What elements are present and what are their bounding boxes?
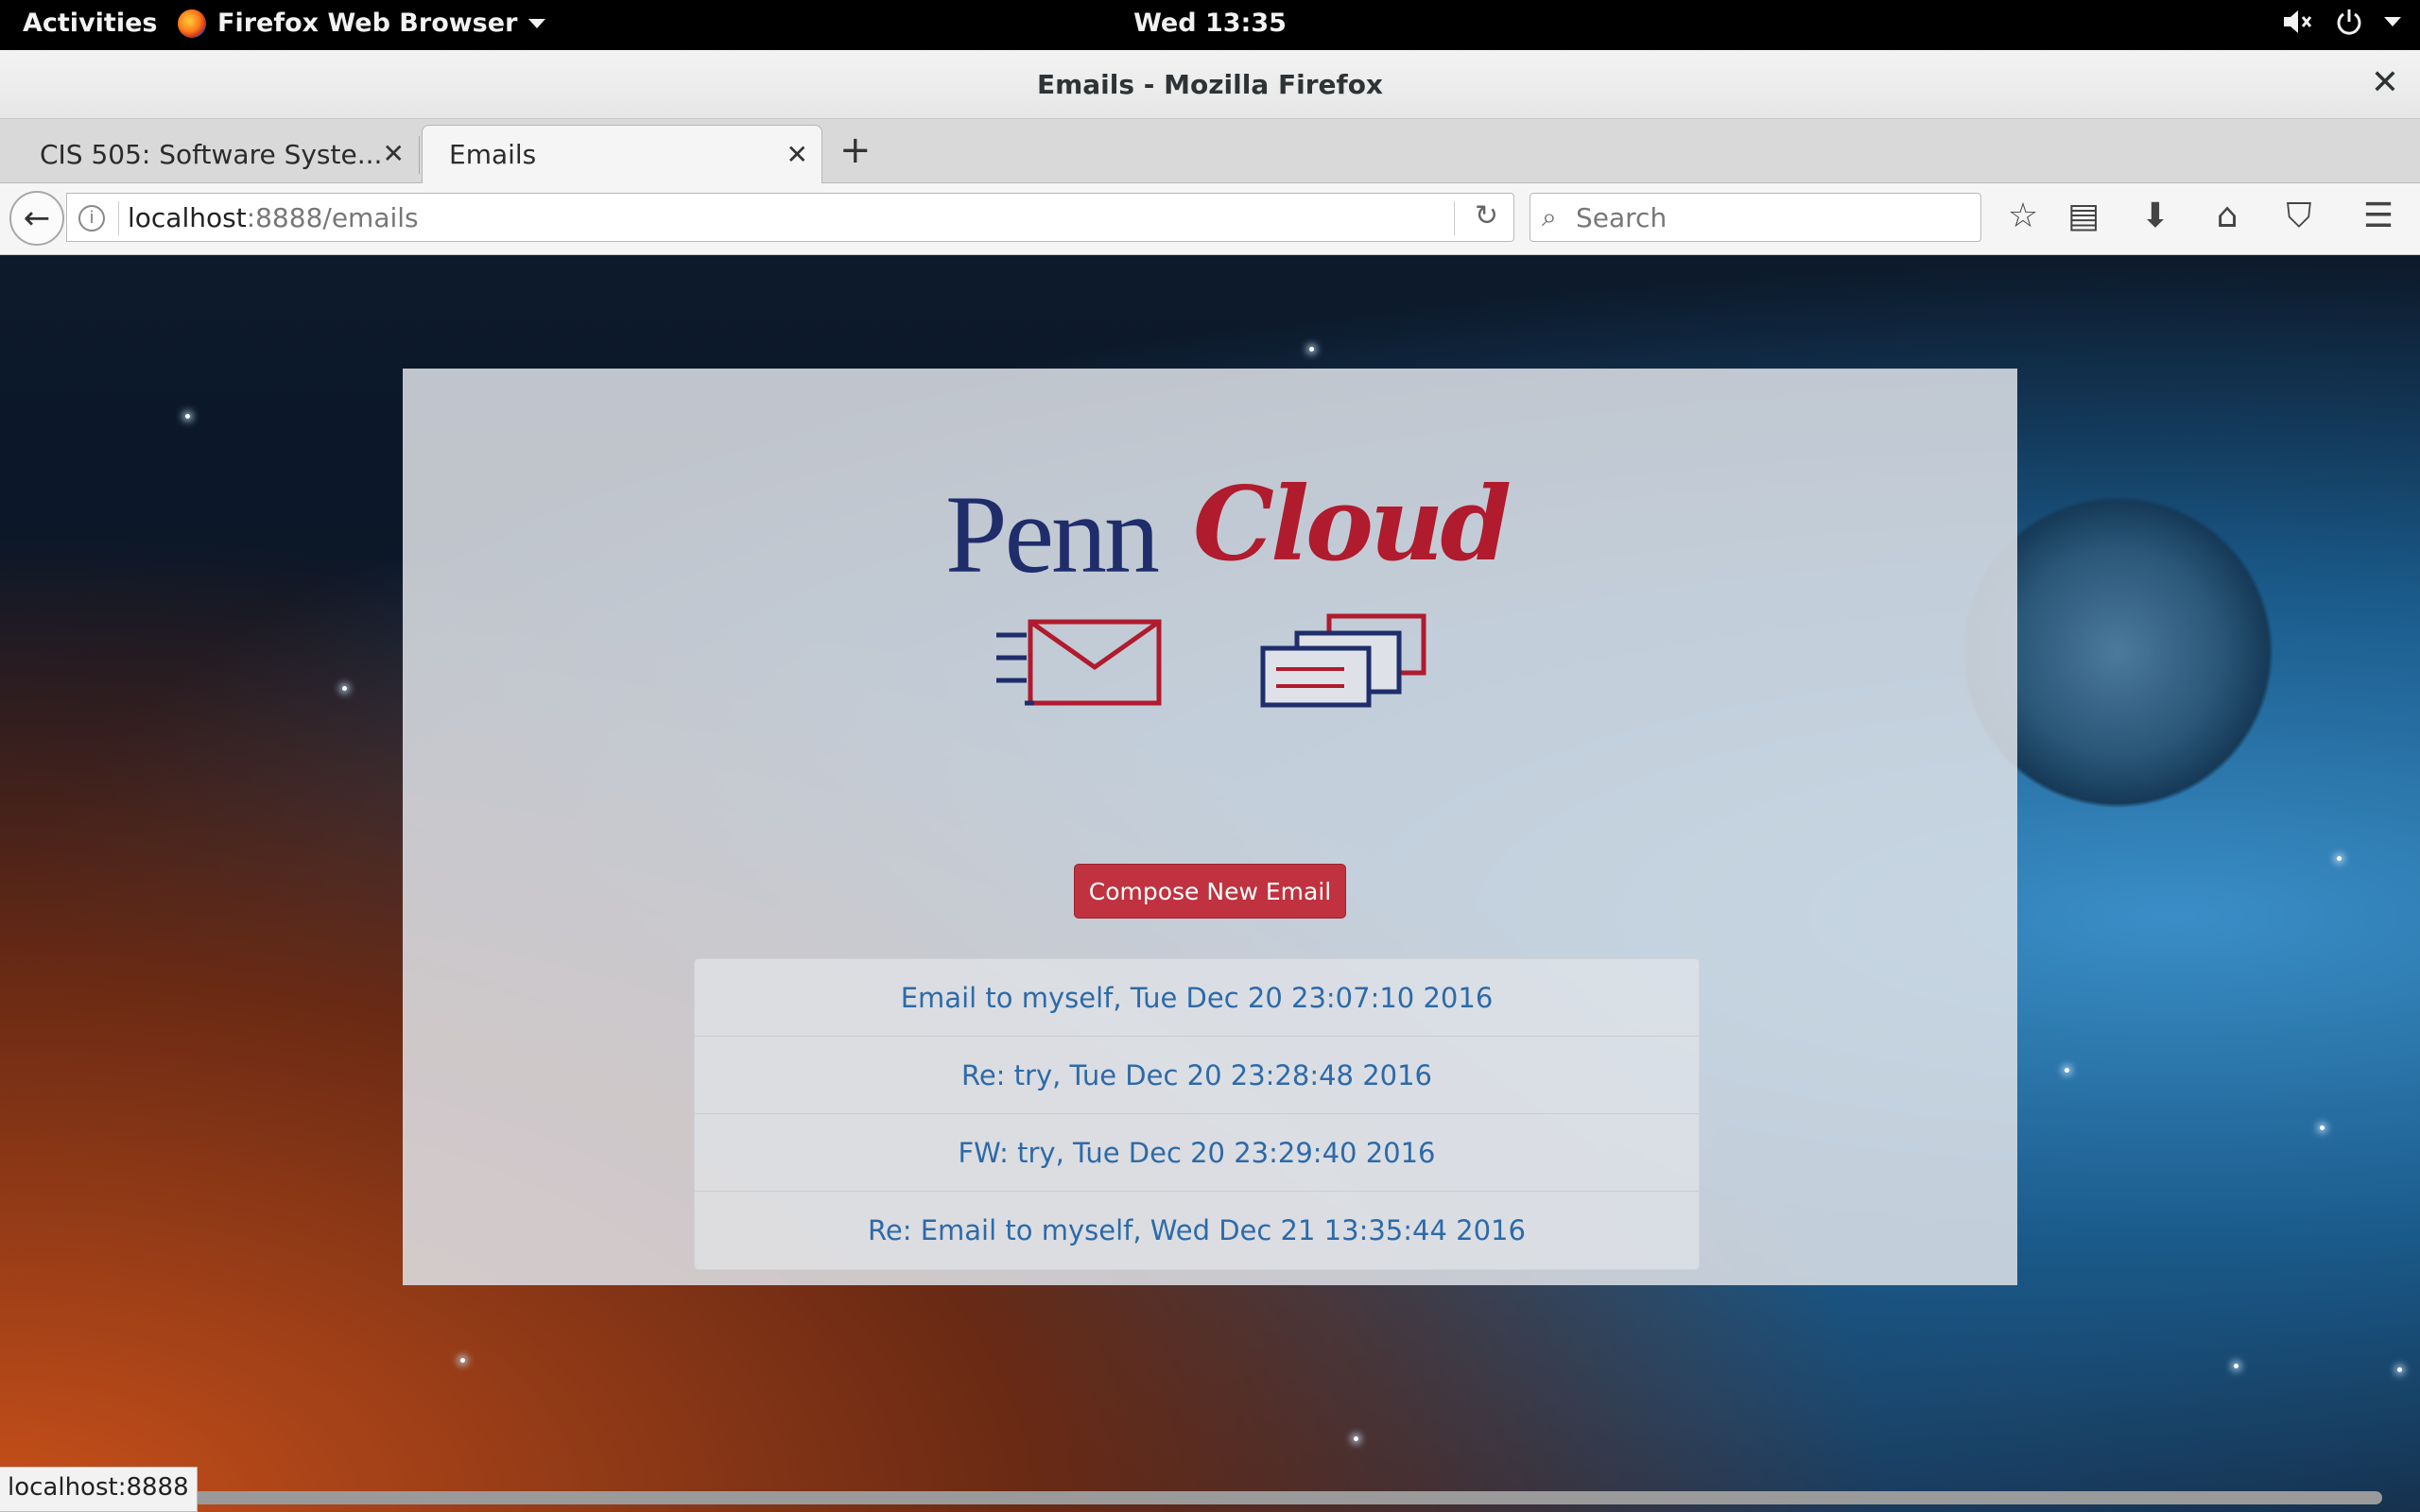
page-viewport: Penn Cloud Compose New Email Email to my… [0,255,2420,1512]
logo-cloud-text: Cloud [1193,465,1512,584]
tab-strip: CIS 505: Software Syste... ✕ Emails ✕ + [0,119,2420,183]
email-list-item[interactable]: FW: try, Tue Dec 20 23:29:40 2016 [695,1114,1699,1192]
new-tab-icon[interactable]: + [839,129,872,172]
bookmark-star-icon[interactable]: ☆ [2000,197,2046,235]
background-star [185,414,190,419]
background-star [2337,856,2342,861]
tab-emails[interactable]: Emails ✕ [422,125,822,183]
activities-button[interactable]: Activities [23,9,157,38]
background-star [2065,1068,2069,1073]
chevron-down-icon [2384,17,2401,26]
app-menu-button[interactable]: Firefox Web Browser [178,9,546,38]
background-star [460,1358,465,1363]
power-icon [2337,9,2361,35]
email-panel: Penn Cloud Compose New Email Email to my… [403,369,2017,1285]
email-list-item[interactable]: Re: Email to myself, Wed Dec 21 13:35:44… [695,1192,1699,1269]
close-tab-icon[interactable]: ✕ [786,139,808,170]
logo-penn-text: Penn [945,472,1160,596]
tab-separator [419,136,420,174]
firefox-icon [178,9,206,38]
arrow-left-icon: ← [23,199,51,237]
compose-new-email-button[interactable]: Compose New Email [1074,864,1346,919]
email-list: Email to myself, Tue Dec 20 23:07:10 201… [694,958,1700,1270]
background-star [342,686,347,691]
background-star [1309,347,1314,352]
hamburger-menu-icon[interactable]: ☰ [2356,197,2401,235]
reload-icon[interactable]: ↻ [1475,199,1498,232]
back-button[interactable]: ← [9,191,64,246]
system-top-bar: Activities Firefox Web Browser Wed 13:35 [0,0,2420,50]
close-tab-icon[interactable]: ✕ [383,138,405,169]
home-icon[interactable]: ⌂ [2204,197,2250,235]
window-title-bar: Emails - Mozilla Firefox ✕ [0,50,2420,119]
volume-muted-icon [2284,10,2312,33]
system-menu[interactable] [2282,8,2401,36]
app-menu-label: Firefox Web Browser [217,9,518,38]
close-window-icon[interactable]: ✕ [2371,63,2399,102]
background-star [2320,1125,2325,1130]
tab-cis505[interactable]: CIS 505: Software Syste... ✕ [13,125,418,183]
search-placeholder: Search [1576,202,1668,233]
penncloud-logo: Penn Cloud [945,465,1512,596]
navigation-toolbar: ← i localhost:8888/emails ↻ ⌕ Search ☆ ▤… [0,183,2420,255]
url-host: localhost [128,202,247,233]
url-text: localhost:8888/emails [128,202,419,233]
tab-label: Emails [449,139,537,170]
url-bar[interactable]: i localhost:8888/emails ↻ [66,193,1514,242]
background-star [2397,1367,2402,1372]
reading-list-icon[interactable]: ▤ [2061,197,2106,235]
search-input[interactable]: ⌕ Search [1530,193,1981,242]
url-divider [1454,201,1455,235]
background-star [2234,1364,2238,1368]
horizontal-scrollbar[interactable] [193,1491,2382,1504]
pocket-icon[interactable]: ⛉ [2276,197,2322,236]
email-list-item[interactable]: Email to myself, Tue Dec 20 23:07:10 201… [695,959,1699,1037]
background-star [1354,1436,1358,1441]
chevron-down-icon [528,18,546,28]
info-icon[interactable]: i [78,205,105,232]
url-path: :8888/emails [246,202,419,233]
tab-label: CIS 505: Software Syste... [40,138,383,170]
url-divider [118,201,119,235]
email-icon [996,619,1162,706]
status-bar-url: localhost:8888 [0,1467,198,1512]
download-icon[interactable]: ⬇ [2133,197,2178,235]
window-title: Emails - Mozilla Firefox [1036,69,1383,100]
search-icon: ⌕ [1542,201,1557,232]
inbox-icon [1260,613,1426,708]
email-list-item[interactable]: Re: try, Tue Dec 20 23:28:48 2016 [695,1037,1699,1114]
